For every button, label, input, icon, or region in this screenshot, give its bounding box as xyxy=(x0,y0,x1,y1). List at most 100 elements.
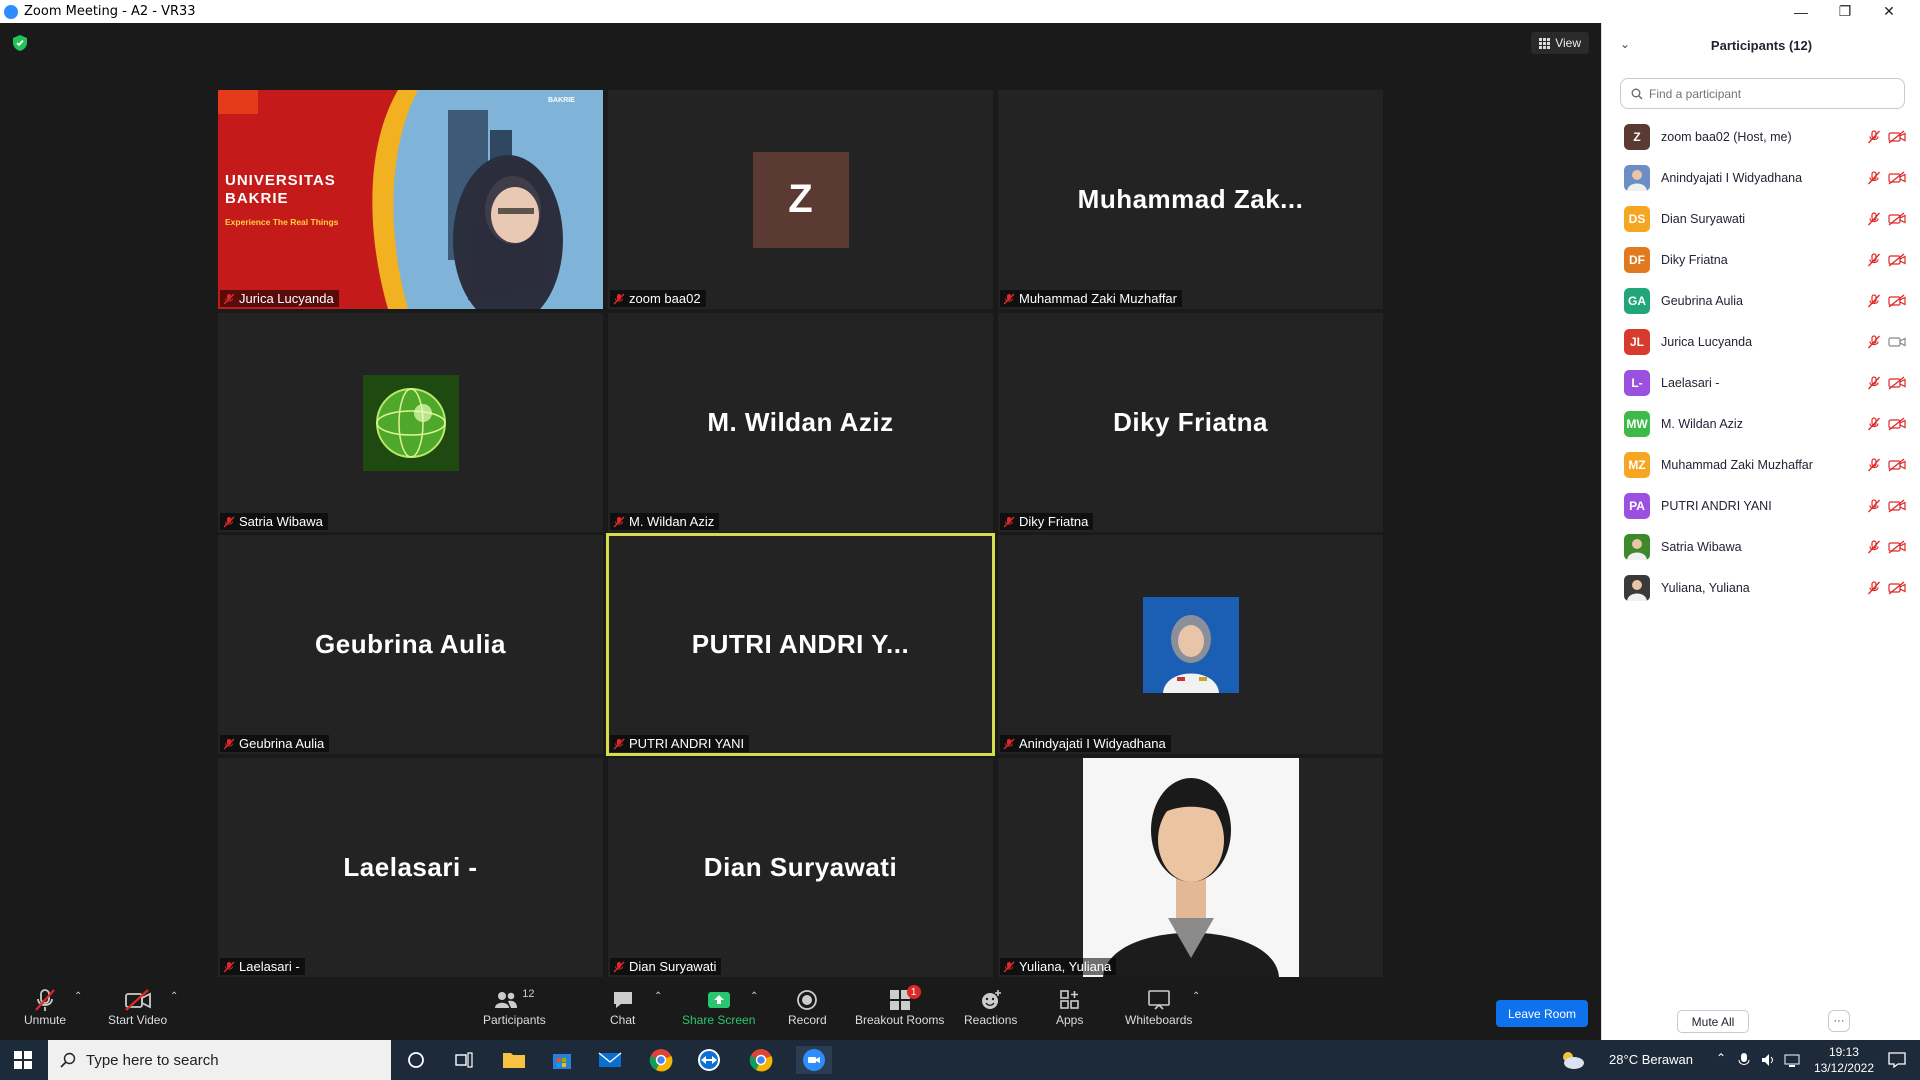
video-tile-geubrina[interactable]: Geubrina Aulia Geubrina Aulia xyxy=(218,535,603,754)
view-button[interactable]: View xyxy=(1531,32,1589,54)
video-off-icon[interactable] xyxy=(1888,498,1906,513)
chrome-profile-icon[interactable] xyxy=(747,1046,775,1074)
share-options-caret[interactable]: ⌃ xyxy=(750,991,758,1002)
windows-start-icon[interactable] xyxy=(14,1051,32,1069)
participant-row[interactable]: Yuliana, Yuliana xyxy=(1602,567,1920,608)
volume-icon[interactable] xyxy=(1760,1052,1776,1068)
video-tile-satria[interactable]: Satria Wibawa xyxy=(218,313,603,532)
video-off-icon[interactable] xyxy=(1888,375,1906,390)
restore-button[interactable]: ❐ xyxy=(1823,0,1867,23)
record-button[interactable]: Record xyxy=(788,987,827,1027)
video-tile-jurica[interactable]: UNIVERSITAS BAKRIE Experience The Real T… xyxy=(218,90,603,309)
mic-off-icon[interactable] xyxy=(1867,129,1881,144)
weather-text[interactable]: 28°C Berawan xyxy=(1609,1052,1693,1067)
task-view-icon[interactable] xyxy=(450,1046,478,1074)
apps-button[interactable]: Apps xyxy=(1056,987,1083,1027)
file-explorer-icon[interactable] xyxy=(500,1046,528,1074)
video-off-icon[interactable] xyxy=(1888,580,1906,595)
video-off-icon[interactable] xyxy=(1888,129,1906,144)
participant-row[interactable]: MZ Muhammad Zaki Muzhaffar xyxy=(1602,444,1920,485)
clock[interactable]: 19:13 13/12/2022 xyxy=(1814,1044,1874,1076)
reactions-button[interactable]: Reactions xyxy=(964,987,1017,1027)
participant-row[interactable]: PA PUTRI ANDRI YANI xyxy=(1602,485,1920,526)
mic-off-icon[interactable] xyxy=(1867,170,1881,185)
weather-cloud-icon[interactable] xyxy=(1558,1048,1586,1072)
video-off-icon[interactable] xyxy=(1888,252,1906,267)
participant-row[interactable]: JL Jurica Lucyanda xyxy=(1602,321,1920,362)
unmute-button[interactable]: Unmute xyxy=(24,987,66,1027)
participant-row[interactable]: Anindyajati I Widyadhana xyxy=(1602,157,1920,198)
mic-off-icon[interactable] xyxy=(1867,457,1881,472)
audio-options-caret[interactable]: ⌃ xyxy=(74,991,82,1002)
notification-icon[interactable] xyxy=(1888,1052,1906,1068)
mic-off-icon[interactable] xyxy=(1867,498,1881,513)
video-off-icon[interactable] xyxy=(1888,457,1906,472)
search-input[interactable] xyxy=(1649,86,1889,101)
breakout-rooms-label: Breakout Rooms xyxy=(855,1013,945,1027)
chevron-up-icon[interactable]: ⌃ xyxy=(1716,1051,1726,1065)
participant-row[interactable]: Zzoom baa02 (Host, me) xyxy=(1602,116,1920,157)
mic-off-icon[interactable] xyxy=(1867,416,1881,431)
mic-off-icon xyxy=(1003,293,1015,304)
video-tile-putri-active-speaker[interactable]: PUTRI ANDRI Y... PUTRI ANDRI YANI xyxy=(606,533,995,756)
participant-search[interactable] xyxy=(1620,78,1905,109)
video-tile-wildan[interactable]: M. Wildan Aziz M. Wildan Aziz xyxy=(608,313,993,532)
video-off-icon[interactable] xyxy=(1888,416,1906,431)
whiteboards-button[interactable]: Whiteboards xyxy=(1125,987,1192,1027)
video-tile-zoom-baa02[interactable]: Z zoom baa02 xyxy=(608,90,993,309)
chat-options-caret[interactable]: ⌃ xyxy=(654,991,662,1002)
video-on-icon[interactable] xyxy=(1888,335,1906,349)
mail-icon[interactable] xyxy=(596,1046,624,1074)
mic-off-icon[interactable] xyxy=(1867,252,1881,267)
participants-button[interactable]: 12 Participants xyxy=(483,987,546,1027)
close-button[interactable]: ✕ xyxy=(1867,0,1911,23)
leave-room-button[interactable]: Leave Room xyxy=(1496,1000,1588,1027)
network-icon[interactable] xyxy=(1784,1052,1802,1068)
taskbar-search[interactable]: Type here to search xyxy=(48,1040,391,1080)
mic-off-icon[interactable] xyxy=(1867,580,1881,595)
video-off-icon[interactable] xyxy=(1888,211,1906,226)
shield-icon[interactable] xyxy=(12,34,28,52)
zoom-taskbar-icon[interactable] xyxy=(796,1046,832,1074)
share-screen-button[interactable]: Share Screen xyxy=(682,987,755,1027)
video-tile-yuliana[interactable]: Yuliana, Yuliana xyxy=(998,758,1383,977)
participant-row[interactable]: MW M. Wildan Aziz xyxy=(1602,403,1920,444)
store-icon[interactable] xyxy=(548,1046,576,1074)
mic-off-icon[interactable] xyxy=(1867,211,1881,226)
mic-off-icon[interactable] xyxy=(1867,539,1881,554)
breakout-rooms-button[interactable]: 1 Breakout Rooms xyxy=(855,985,945,1027)
start-video-button[interactable]: Start Video xyxy=(108,987,167,1027)
participant-row[interactable]: L- Laelasari - xyxy=(1602,362,1920,403)
video-off-icon[interactable] xyxy=(1888,170,1906,185)
cortana-icon[interactable] xyxy=(402,1046,430,1074)
microphone-icon[interactable] xyxy=(1738,1052,1750,1068)
minimize-button[interactable]: — xyxy=(1779,0,1823,23)
mic-off-icon[interactable] xyxy=(1867,375,1881,390)
video-off-icon[interactable] xyxy=(1888,293,1906,308)
chrome-icon[interactable] xyxy=(647,1046,675,1074)
chat-button[interactable]: Chat xyxy=(610,987,635,1027)
participant-name: Geubrina Aulia xyxy=(1661,293,1744,308)
participant-name: zoom baa02 xyxy=(629,291,701,306)
teamviewer-icon[interactable] xyxy=(695,1046,723,1074)
video-off-icon[interactable] xyxy=(1888,539,1906,554)
video-tile-anindyajati[interactable]: Anindyajati I Widyadhana xyxy=(998,535,1383,754)
university-banner: UNIVERSITAS BAKRIE xyxy=(225,172,336,207)
video-options-caret[interactable]: ⌃ xyxy=(170,991,178,1002)
participant-display-name: Laelasari - xyxy=(343,852,478,882)
participant-row[interactable]: Satria Wibawa xyxy=(1602,526,1920,567)
video-tile-diky[interactable]: Diky Friatna Diky Friatna xyxy=(998,313,1383,532)
clock-date: 13/12/2022 xyxy=(1813,1061,1874,1075)
participant-avatar: JL xyxy=(1624,328,1650,355)
video-tile-muhammad-zaki[interactable]: Muhammad Zak... Muhammad Zaki Muzhaffar xyxy=(998,90,1383,309)
participant-row[interactable]: DF Diky Friatna xyxy=(1602,239,1920,280)
participant-row[interactable]: GA Geubrina Aulia xyxy=(1602,280,1920,321)
mic-off-icon[interactable] xyxy=(1867,293,1881,308)
mic-off-icon[interactable] xyxy=(1867,334,1881,349)
video-tile-dian[interactable]: Dian Suryawati Dian Suryawati xyxy=(608,758,993,977)
mute-all-button[interactable]: Mute All xyxy=(1677,1010,1749,1033)
participant-row[interactable]: DS Dian Suryawati xyxy=(1602,198,1920,239)
whiteboards-options-caret[interactable]: ⌃ xyxy=(1192,991,1200,1002)
video-tile-laelasari[interactable]: Laelasari - Laelasari - xyxy=(218,758,603,977)
more-options-button[interactable]: ··· xyxy=(1828,1010,1850,1032)
